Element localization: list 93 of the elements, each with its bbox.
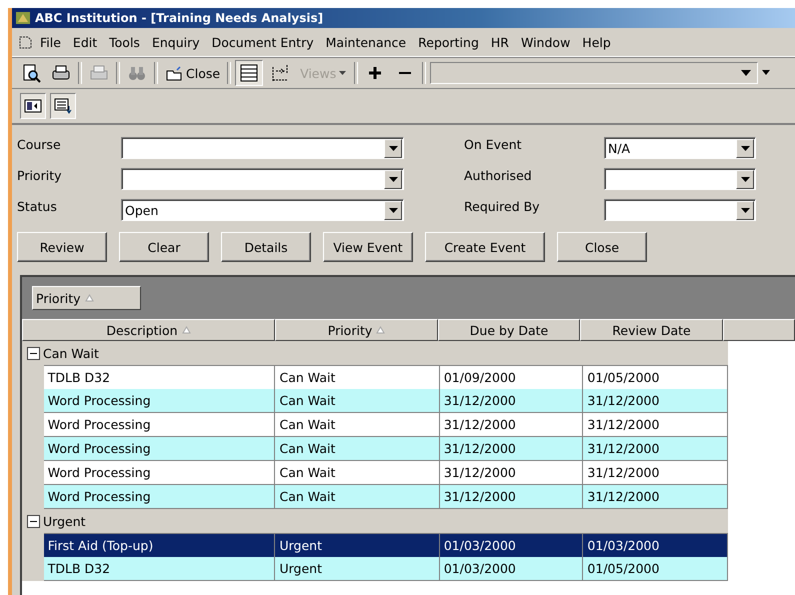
caret-icon[interactable] <box>388 208 398 212</box>
action-button[interactable]: Close <box>557 232 647 262</box>
action-button[interactable]: View Event <box>323 232 413 262</box>
table-cell: First Aid (Top-up) <box>44 533 276 558</box>
table-cell: 31/12/2000 <box>583 485 728 509</box>
table-cell: 31/12/2000 <box>583 389 728 413</box>
table-cell: Word Processing <box>44 485 276 509</box>
group-row[interactable]: Can Wait <box>22 341 728 365</box>
table-cell: 31/12/2000 <box>583 461 728 485</box>
table-cell: 01/09/2000 <box>440 365 584 390</box>
resize-columns-icon[interactable] <box>270 63 290 83</box>
sort-arrow-icon <box>182 326 191 334</box>
caret-icon[interactable] <box>740 146 750 150</box>
table-cell: Word Processing <box>44 461 276 485</box>
dropdown-field[interactable]: Open <box>121 199 404 221</box>
table-cell: Can Wait <box>275 437 440 461</box>
dropdown-field[interactable] <box>604 199 756 221</box>
print-preview-icon[interactable] <box>21 63 41 83</box>
menu-item[interactable]: Reporting <box>412 34 485 50</box>
sort-arrow-icon <box>84 294 94 302</box>
action-button[interactable]: Review <box>17 232 107 262</box>
table-cell: 31/12/2000 <box>583 413 728 437</box>
table-cell: TDLB D32 <box>44 557 276 581</box>
caret-icon[interactable] <box>388 176 398 182</box>
dropdown-field[interactable] <box>604 168 756 190</box>
menu-item[interactable]: Enquiry <box>146 34 206 50</box>
caret-icon <box>741 70 752 76</box>
caret-icon[interactable] <box>762 70 770 76</box>
table-cell: Can Wait <box>275 461 440 485</box>
dropdown-field[interactable] <box>121 137 404 159</box>
row-indicator <box>22 557 44 581</box>
field-label: On Event <box>464 137 523 152</box>
table-cell: Can Wait <box>275 365 440 390</box>
table-cell: 31/12/2000 <box>440 461 584 485</box>
column-header[interactable]: Priority <box>275 319 438 341</box>
table-cell: Can Wait <box>275 413 440 437</box>
table-cell: Word Processing <box>44 389 276 413</box>
group-row[interactable]: Urgent <box>22 509 728 533</box>
field-label: Authorised <box>464 168 533 183</box>
group-label: Urgent <box>43 514 86 528</box>
group-by-button[interactable]: Priority <box>32 286 141 310</box>
table-cell: Word Processing <box>44 437 276 461</box>
table-cell: Can Wait <box>275 389 440 413</box>
action-button[interactable]: Clear <box>119 232 209 262</box>
caret-icon <box>339 70 348 76</box>
table-cell: 31/12/2000 <box>440 437 584 461</box>
column-header[interactable]: Description <box>22 319 275 341</box>
dropdown-field[interactable] <box>430 62 758 84</box>
column-header[interactable]: Review Date <box>580 319 723 341</box>
table-cell: 31/12/2000 <box>440 389 584 413</box>
table-cell: 01/05/2000 <box>583 365 728 390</box>
action-button[interactable]: Create Event <box>425 232 545 262</box>
table-cell: 01/03/2000 <box>583 533 728 558</box>
form-view-icon[interactable] <box>239 63 260 83</box>
table-cell: Urgent <box>275 533 440 558</box>
table-cell: 01/03/2000 <box>440 557 584 581</box>
record-list-icon[interactable] <box>54 98 72 114</box>
app-logo-icon <box>15 11 31 25</box>
folder-icon <box>165 65 183 81</box>
window-title: ABC Institution - [Training Needs Analysis] <box>35 11 324 25</box>
column-header[interactable]: Due by Date <box>438 319 580 341</box>
dropdown-field[interactable]: N/A <box>604 137 756 159</box>
caret-icon[interactable] <box>388 146 398 150</box>
menu-item[interactable]: File <box>34 34 67 50</box>
table-cell: 01/03/2000 <box>440 533 584 558</box>
field-label: Priority <box>17 168 62 183</box>
table-cell: Can Wait <box>275 485 440 509</box>
sort-arrow-icon <box>376 326 386 334</box>
menu-item[interactable]: Maintenance <box>320 34 412 50</box>
menu-item[interactable]: Tools <box>103 34 146 50</box>
close-button[interactable]: Close <box>162 61 224 85</box>
caret-icon[interactable] <box>740 176 750 182</box>
table-cell: 01/05/2000 <box>583 557 728 581</box>
table-cell: Urgent <box>275 557 440 581</box>
menu-item[interactable]: Help <box>576 34 617 50</box>
action-button[interactable]: Details <box>221 232 311 262</box>
table-cell: 31/12/2000 <box>440 485 584 509</box>
panel-toggle-icon[interactable] <box>24 98 42 114</box>
field-label: Status <box>17 199 58 214</box>
caret-icon[interactable] <box>740 208 750 212</box>
table-cell: 31/12/2000 <box>583 437 728 461</box>
table-cell: Word Processing <box>44 413 276 437</box>
menu-item[interactable]: Edit <box>66 34 104 50</box>
table-cell: 31/12/2000 <box>440 413 584 437</box>
table-cell: TDLB D32 <box>44 365 276 390</box>
field-label: Course <box>17 137 62 152</box>
field-label: Required By <box>464 199 541 214</box>
document-icon[interactable] <box>18 35 34 49</box>
dropdown-field[interactable] <box>121 168 404 190</box>
group-label: Can Wait <box>43 346 99 360</box>
menu-item[interactable]: Window <box>515 34 576 50</box>
menu-item[interactable]: Document Entry <box>206 34 320 50</box>
menu-item[interactable]: HR <box>484 34 515 50</box>
